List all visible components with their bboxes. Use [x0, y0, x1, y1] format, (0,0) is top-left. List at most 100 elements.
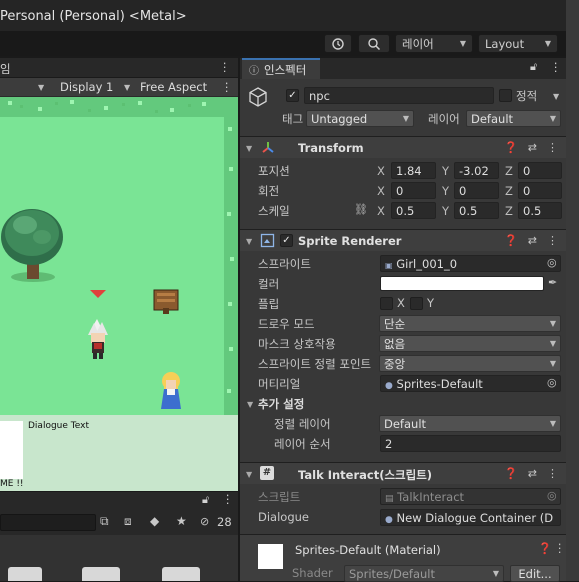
game-viewport[interactable] [0, 97, 238, 415]
label-icon[interactable]: ◆ [150, 514, 159, 528]
sprite-object-field[interactable]: ▣ Girl_001_0 [380, 255, 561, 272]
rotation-z-field[interactable]: 0 [518, 182, 562, 199]
asset-thumbnail[interactable] [162, 567, 200, 581]
scale-y-axis: Y [442, 204, 450, 218]
asset-thumbnail[interactable] [8, 567, 42, 581]
panel-menu-icon[interactable]: ⋮ [550, 60, 562, 74]
talk-interact-title: Talk Interact(스크립트) [298, 468, 433, 482]
preset-icon[interactable]: ⇄ [528, 234, 537, 247]
component-menu-icon[interactable]: ⋮ [547, 234, 558, 247]
window-title-bar: Personal (Personal) <Metal> [0, 0, 566, 31]
position-y-field[interactable]: -3.02 [454, 162, 499, 179]
panel-menu-icon[interactable]: ⋮ [221, 80, 233, 94]
foldout-arrow-icon[interactable]: ▼ [246, 144, 252, 153]
flip-y-checkbox[interactable] [410, 297, 423, 310]
transform-header[interactable]: ▼ Transform ❓ ⇄ ⋮ [240, 136, 566, 158]
sorting-layer-label: 정렬 레이어 [274, 417, 331, 431]
material-object-field[interactable]: ● Sprites-Default [380, 375, 561, 392]
constrain-proportions-icon[interactable]: ⛓ [354, 203, 368, 216]
tag-dropdown[interactable]: Untagged ▼ [306, 110, 414, 127]
aspect-dropdown[interactable]: Free Aspect [140, 80, 207, 94]
tab-inspector[interactable]: ⓘ 인스펙터 [242, 58, 320, 79]
sprite-renderer-enabled-checkbox[interactable]: ✓ [280, 234, 293, 247]
sprite-renderer-header[interactable]: ▼ ✓ Sprite Renderer ❓ ⇄ ⋮ [240, 229, 566, 251]
favorite-icon[interactable]: ★ [176, 514, 187, 528]
shader-dropdown[interactable]: Sprites/Default ▼ [344, 565, 504, 582]
mask-interaction-label: 마스크 상호작용 [258, 337, 336, 351]
rotation-x-field[interactable]: 0 [391, 182, 436, 199]
component-menu-icon[interactable]: ⋮ [547, 467, 558, 480]
additional-settings-label[interactable]: 추가 설정 [258, 396, 304, 412]
layer-dropdown[interactable]: Default ▼ [466, 110, 561, 127]
eyedropper-icon[interactable]: ✒ [548, 276, 557, 289]
project-search-input[interactable] [0, 514, 96, 531]
mask-interaction-dropdown[interactable]: 없음 ▼ [379, 335, 561, 352]
order-in-layer-field[interactable]: 2 [380, 435, 561, 452]
foldout-arrow-icon[interactable]: ▼ [247, 400, 253, 409]
search-button[interactable] [358, 34, 390, 53]
static-checkbox[interactable] [499, 89, 512, 102]
layers-dropdown[interactable]: 레이어 ▼ [395, 34, 473, 53]
help-icon[interactable]: ❓ [504, 467, 518, 480]
asset-thumbnail[interactable] [82, 567, 120, 581]
dialogue-label: Dialogue [258, 510, 309, 524]
position-z-field[interactable]: 0 [518, 162, 562, 179]
panel-menu-icon[interactable]: ⋮ [222, 492, 234, 506]
window-edge [566, 0, 579, 581]
color-swatch[interactable] [380, 276, 544, 291]
sprite-label: 스프라이트 [258, 257, 311, 271]
draw-mode-dropdown[interactable]: 단순 ▼ [379, 315, 561, 332]
lock-icon[interactable]: 🔓︎ [202, 493, 209, 507]
flip-x-checkbox[interactable] [380, 297, 393, 310]
object-picker-icon[interactable]: ◎ [547, 256, 557, 269]
object-name-field[interactable]: npc [304, 87, 494, 104]
help-icon[interactable]: ❓ [504, 141, 518, 154]
chevron-down-icon[interactable]: ▼ [38, 83, 44, 92]
dialogue-object-field[interactable]: ● New Dialogue Container (D [380, 509, 561, 526]
chevron-down-icon: ▼ [549, 359, 556, 368]
help-icon[interactable]: ❓ [504, 234, 518, 247]
talk-interact-header[interactable]: ▼ # Talk Interact(스크립트) ❓ ⇄ ⋮ [240, 462, 566, 484]
sorting-layer-dropdown[interactable]: Default ▼ [379, 415, 561, 432]
scale-x-field[interactable]: 0.5 [391, 202, 436, 219]
search-by-type-icon[interactable]: ⧉ [100, 514, 109, 529]
panel-menu-icon[interactable]: ⋮ [219, 60, 231, 74]
rotation-y-field[interactable]: 0 [454, 182, 499, 199]
inspector-panel: ⓘ 인스펙터 🔓︎ ⋮ ✓ npc 정적 ▼ 태그 Untagged ▼ 레이어 … [240, 58, 566, 582]
game-tab-label[interactable]: 임 [0, 61, 11, 77]
chevron-down-icon: ▼ [402, 114, 409, 123]
help-icon[interactable]: ❓ [538, 542, 552, 555]
bottom-panel-tab-bar: 🔓︎ ⋮ [0, 492, 238, 510]
component-menu-icon[interactable]: ⋮ [554, 541, 566, 555]
filter-icon[interactable]: ⧈ [124, 514, 132, 529]
position-x-field[interactable]: 1.84 [391, 162, 436, 179]
chevron-down-icon[interactable]: ▼ [553, 92, 559, 101]
script-label: 스크립트 [258, 490, 301, 504]
scale-y-field[interactable]: 0.5 [454, 202, 499, 219]
edit-shader-button[interactable]: Edit... [510, 565, 560, 582]
object-picker-icon[interactable]: ◎ [547, 376, 557, 389]
layout-dropdown[interactable]: Layout ▼ [478, 34, 558, 53]
foldout-arrow-icon[interactable]: ▼ [246, 237, 252, 246]
lock-icon[interactable]: 🔓︎ [530, 60, 537, 74]
preset-icon[interactable]: ⇄ [528, 467, 537, 480]
preset-icon[interactable]: ⇄ [528, 141, 537, 154]
material-title: Sprites-Default (Material) [295, 543, 441, 557]
sort-point-dropdown[interactable]: 중앙 ▼ [379, 355, 561, 372]
draw-mode-label: 드로우 모드 [258, 317, 315, 331]
active-checkbox[interactable]: ✓ [286, 89, 299, 102]
sort-point-label-clip: 스프라이트 정렬 포인트 [258, 355, 378, 371]
inspector-tab-bar: ⓘ 인스펙터 🔓︎ ⋮ [240, 58, 566, 79]
rotation-x-axis: X [377, 184, 385, 198]
dialogue-box: Dialogue Text ME !! [0, 415, 238, 491]
shader-label: Shader [292, 566, 333, 580]
hidden-packages-icon[interactable]: ⊘ [200, 515, 209, 528]
scale-z-field[interactable]: 0.5 [518, 202, 562, 219]
rotation-y-axis: Y [442, 184, 450, 198]
history-button[interactable] [324, 34, 352, 53]
component-menu-icon[interactable]: ⋮ [547, 141, 558, 154]
foldout-arrow-icon[interactable]: ▼ [246, 470, 252, 479]
chevron-down-icon: ▼ [549, 319, 556, 328]
transform-icon [262, 142, 274, 153]
display-dropdown[interactable]: Display 1 [60, 80, 113, 94]
